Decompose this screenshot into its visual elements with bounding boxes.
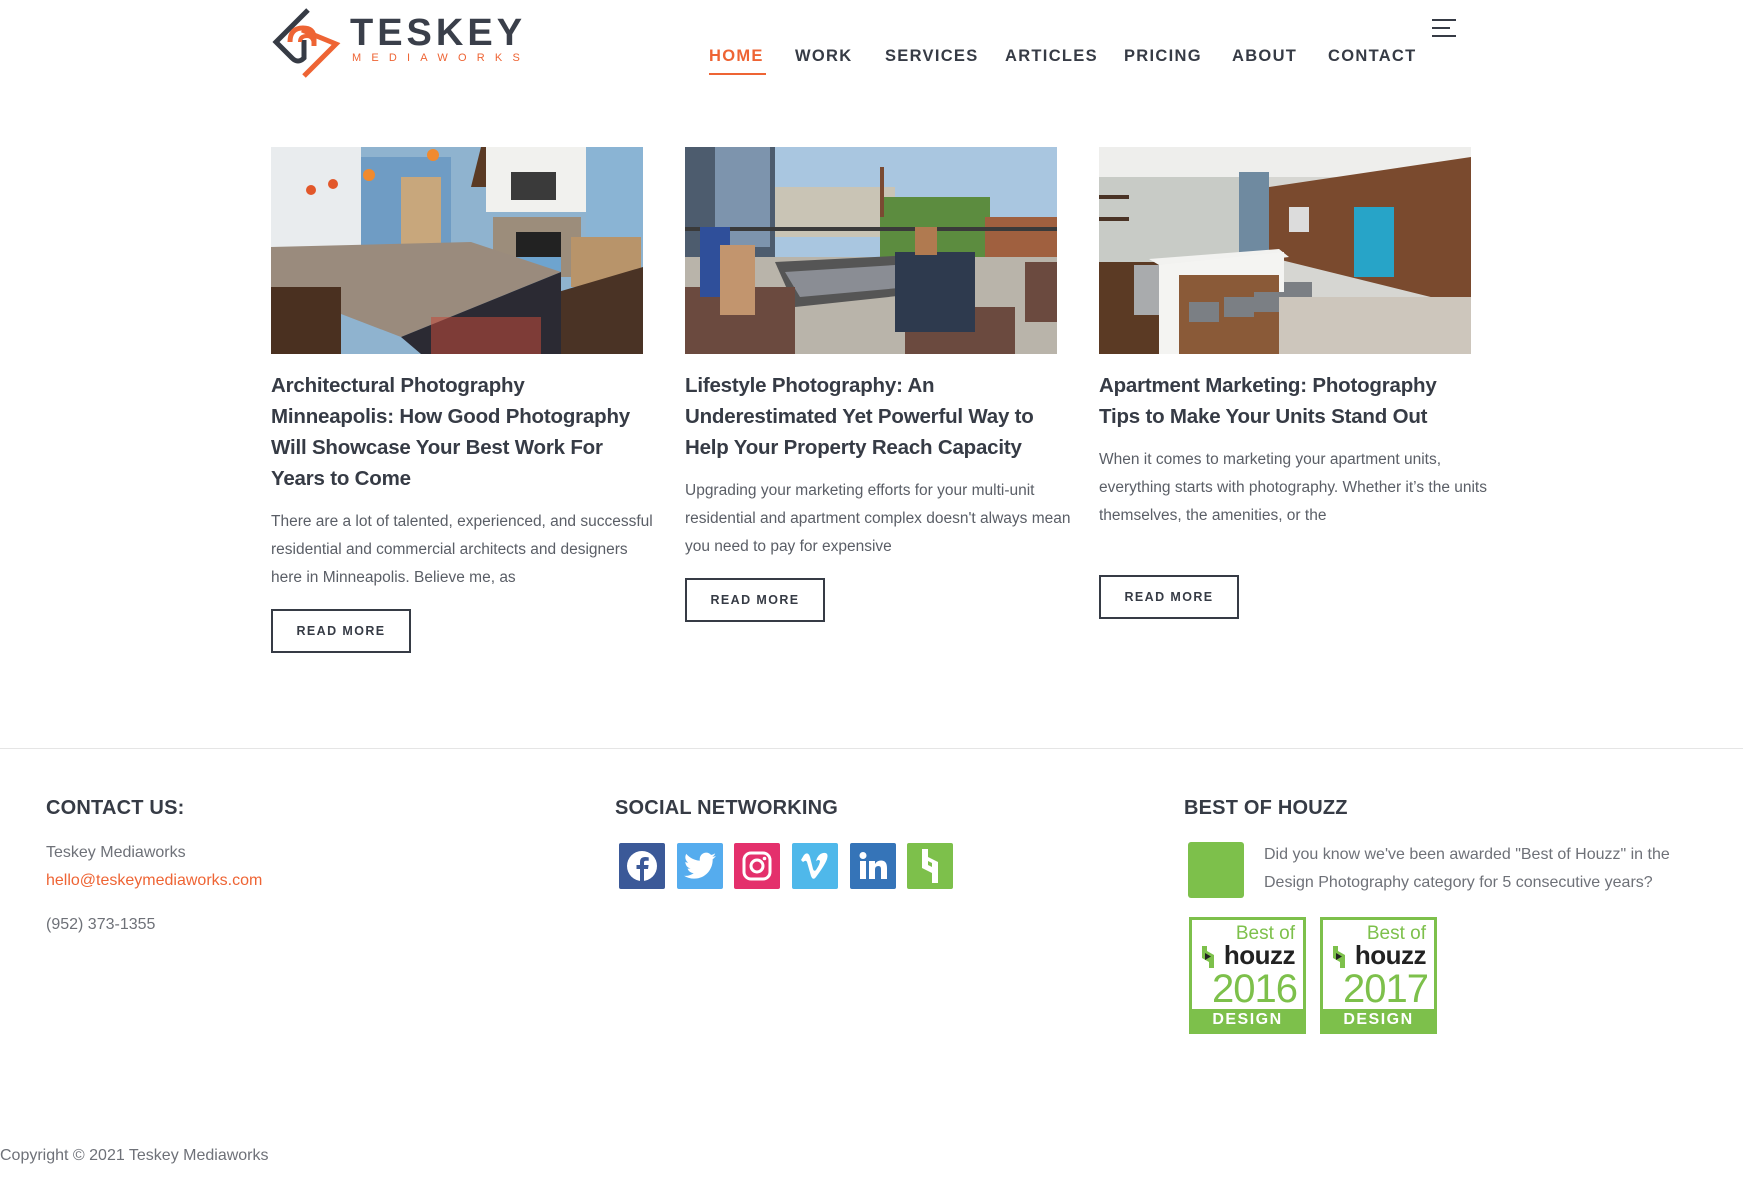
read-more-button[interactable]: READ MORE (271, 609, 411, 653)
article-title[interactable]: Lifestyle Photography: An Underestimated… (685, 370, 1065, 463)
badge-brand: houzz (1354, 940, 1427, 970)
read-more-button[interactable]: READ MORE (1099, 575, 1239, 619)
article-title[interactable]: Architectural Photography Minneapolis: H… (271, 370, 651, 494)
article-image[interactable] (685, 147, 1057, 354)
article-title[interactable]: Apartment Marketing: Photography Tips to… (1099, 370, 1479, 432)
linkedin-icon[interactable] (850, 843, 896, 889)
contact-heading: CONTACT US: (46, 797, 185, 819)
houzz-description: Did you know we've been awarded "Best of… (1264, 846, 1670, 891)
phone-number[interactable]: (952) 373-1355 (46, 915, 155, 935)
read-more-button[interactable]: READ MORE (685, 578, 825, 622)
houzz-logo-icon[interactable] (1188, 842, 1244, 898)
nav-articles[interactable]: ARTICLES (1005, 46, 1098, 66)
facebook-icon[interactable] (619, 843, 665, 889)
badge-year: 2017 (1343, 967, 1429, 1011)
article-image[interactable] (271, 147, 643, 354)
hamburger-menu-icon[interactable] (1432, 19, 1456, 38)
badge-year: 2016 (1212, 967, 1298, 1011)
nav-pricing[interactable]: PRICING (1124, 46, 1202, 66)
nav-work[interactable]: WORK (795, 46, 852, 66)
email-link[interactable]: hello@teskeymediaworks.com (46, 871, 262, 891)
badge-category: DESIGN (1192, 1009, 1303, 1031)
nav-home[interactable]: HOME (709, 46, 764, 66)
houzz-mark-icon (1202, 946, 1214, 968)
footer-divider (0, 748, 1743, 749)
article-image[interactable] (1099, 147, 1471, 354)
houzz-icon[interactable] (907, 843, 953, 889)
badge-brand: houzz (1223, 940, 1296, 970)
vimeo-icon[interactable] (792, 843, 838, 889)
nav-active-indicator (709, 73, 766, 75)
nav-about[interactable]: ABOUT (1232, 46, 1297, 66)
twitter-icon[interactable] (677, 843, 723, 889)
nav-services[interactable]: SERVICES (885, 46, 979, 66)
article-excerpt: There are a lot of talented, experienced… (271, 513, 653, 586)
logo-mark-icon[interactable] (270, 6, 342, 78)
social-heading: SOCIAL NETWORKING (615, 797, 839, 819)
copyright-text: Copyright © 2021 Teskey Mediaworks (0, 1147, 269, 1164)
nav-contact[interactable]: CONTACT (1328, 46, 1417, 66)
article-excerpt: Upgrading your marketing efforts for you… (685, 482, 1071, 555)
logo-subtitle: MEDIAWORKS (352, 52, 530, 64)
article-excerpt: When it comes to marketing your apartmen… (1099, 451, 1487, 524)
instagram-icon[interactable] (734, 843, 780, 889)
houzz-mark-icon (1333, 946, 1345, 968)
badge-category: DESIGN (1323, 1009, 1434, 1031)
houzz-badge-2016[interactable]: Best of houzz 2016 DESIGN (1189, 917, 1306, 1034)
houzz-heading: BEST OF HOUZZ (1184, 797, 1348, 819)
company-name: Teskey Mediaworks (46, 844, 186, 861)
logo-title[interactable]: TESKEY (350, 13, 526, 53)
houzz-badge-2017[interactable]: Best of houzz 2017 DESIGN (1320, 917, 1437, 1034)
